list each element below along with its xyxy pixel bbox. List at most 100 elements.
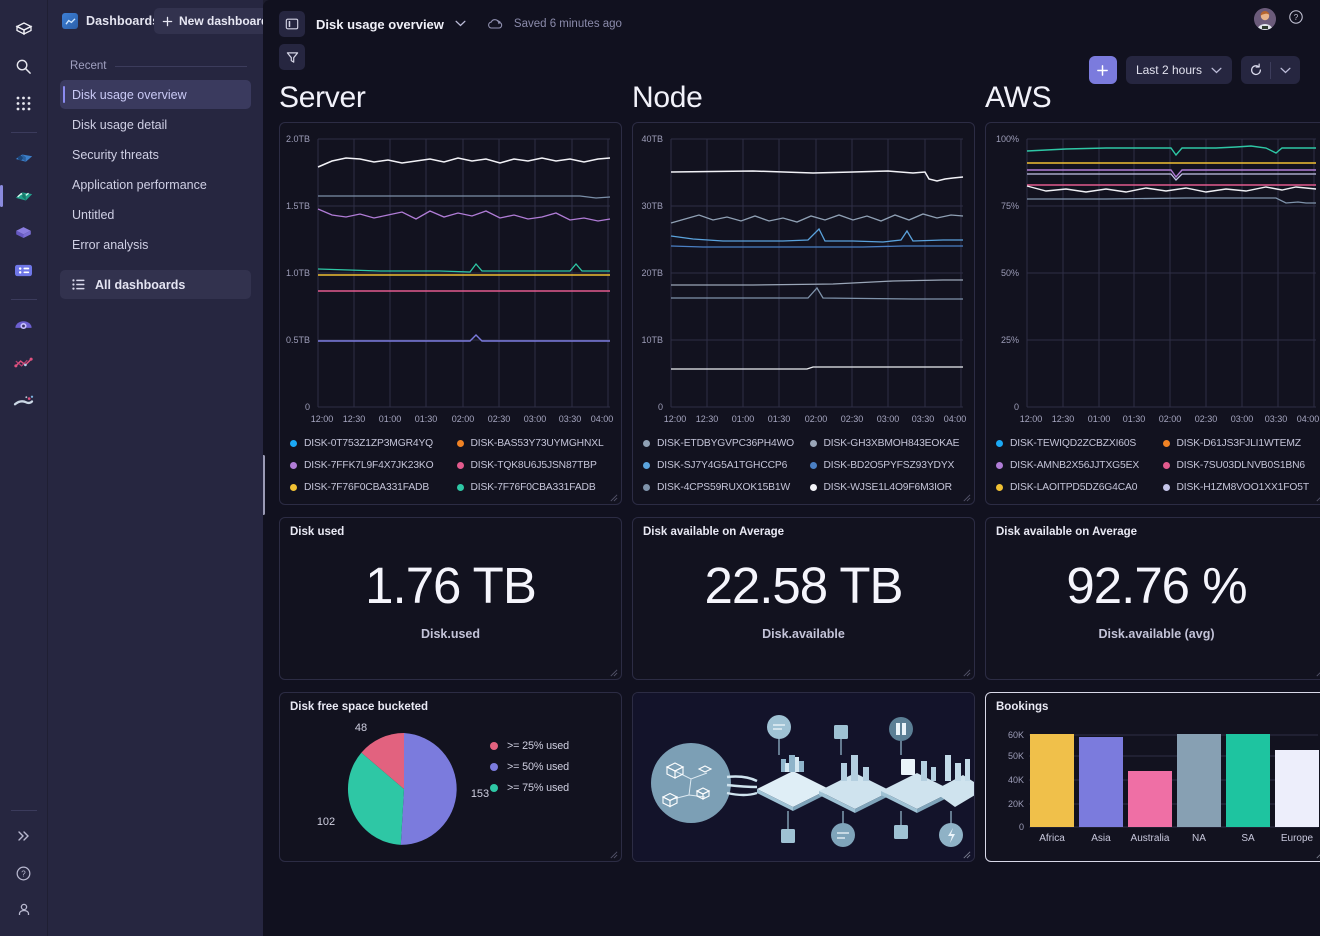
svg-text:25%: 25% bbox=[1001, 335, 1019, 345]
sidebar-item-untitled[interactable]: Untitled bbox=[60, 200, 251, 229]
panel-disk-available-tb[interactable]: Disk available on Average 22.58 TB Disk.… bbox=[632, 517, 975, 680]
svg-text:01:00: 01:00 bbox=[732, 414, 755, 423]
legend-item[interactable]: DISK-D61JS3FJLI1WTEMZ bbox=[1162, 433, 1318, 453]
panel-bookings[interactable]: Bookings 60K 50K 40K 20K 0 Africa Asia A… bbox=[985, 692, 1320, 862]
refresh-controls bbox=[1241, 56, 1300, 84]
resize-handle[interactable] bbox=[609, 493, 618, 502]
canvas-icon[interactable] bbox=[7, 216, 41, 250]
legend-item[interactable]: DISK-TQK8U6J5JSN87TBP bbox=[456, 455, 612, 475]
account-icon[interactable] bbox=[7, 893, 41, 927]
panel-node-timeseries[interactable]: 40TB 30TB 20TB 10TB 0 12:00 12:30 01:00 … bbox=[632, 122, 975, 505]
panel-disk-available-pct[interactable]: Disk available on Average 92.76 % Disk.a… bbox=[985, 517, 1320, 680]
dashboards-icon[interactable] bbox=[0, 179, 41, 213]
svg-text:12:00: 12:00 bbox=[311, 414, 334, 423]
legend-item[interactable]: DISK-SJ7Y4G5A1TGHCCP6 bbox=[643, 455, 798, 475]
filter-icon[interactable] bbox=[279, 44, 305, 70]
legend-swatch bbox=[1162, 439, 1170, 447]
refresh-icon[interactable] bbox=[1241, 56, 1270, 84]
legend-item[interactable]: DISK-BAS53Y73UYMGHNXL bbox=[456, 433, 612, 453]
legend-item[interactable]: DISK-GH3XBMOH843EOKAE bbox=[809, 433, 965, 453]
legend-item[interactable]: DISK-TEWIQD2ZCBZXI60S bbox=[996, 433, 1151, 453]
legend-item[interactable]: DISK-7F76F0CBA331FADB bbox=[290, 477, 445, 497]
bar-africa bbox=[1030, 734, 1074, 827]
chevron-down-icon[interactable] bbox=[455, 19, 466, 30]
svg-text:Asia: Asia bbox=[1091, 833, 1111, 844]
legend-item[interactable]: DISK-4CPS59RUXOK15B1W bbox=[643, 477, 798, 497]
panel-title: Disk free space bucketed bbox=[290, 701, 429, 713]
scrollbar-thumb[interactable] bbox=[263, 455, 265, 515]
legend-label: DISK-4CPS59RUXOK15B1W bbox=[657, 481, 791, 493]
legend-item[interactable]: DISK-0T753Z1ZP3MGR4YQ bbox=[290, 433, 445, 453]
legend-swatch bbox=[1162, 461, 1170, 469]
legend-item[interactable]: DISK-7FFK7L9F4X7JK23KO bbox=[290, 455, 445, 475]
bar-europe bbox=[1275, 750, 1319, 827]
app-grid-icon[interactable] bbox=[7, 86, 41, 120]
recent-section-header: Recent bbox=[60, 42, 251, 80]
sidebar-item-error-analysis[interactable]: Error analysis bbox=[60, 230, 251, 259]
svg-text:75%: 75% bbox=[1001, 201, 1019, 211]
legend-label: >= 75% used bbox=[507, 781, 569, 794]
legend-swatch bbox=[290, 461, 297, 469]
sidebar-item-disk-usage-detail[interactable]: Disk usage detail bbox=[60, 110, 251, 139]
legend-item[interactable]: >= 25% used bbox=[490, 735, 569, 756]
observability-icon[interactable] bbox=[7, 309, 41, 343]
resize-handle[interactable] bbox=[962, 493, 971, 502]
bar-sa bbox=[1226, 734, 1270, 827]
legend-item[interactable]: DISK-LAOITPD5DZ6G4CA0 bbox=[996, 477, 1151, 497]
legend-item[interactable]: >= 50% used bbox=[490, 756, 569, 777]
legend-item[interactable]: DISK-7SU03DLNVB0S1BN6 bbox=[1162, 455, 1318, 475]
cube-logo-icon[interactable] bbox=[7, 12, 41, 46]
legend-swatch bbox=[490, 741, 498, 750]
legend-item[interactable]: DISK-WJSE1L4O9F6M3IOR bbox=[809, 477, 965, 497]
legend-item[interactable]: DISK-ETDBYGVPC36PH4WO bbox=[643, 433, 798, 453]
server-legend: DISK-0T753Z1ZP3MGR4YQ DISK-BAS53Y73UYMGH… bbox=[280, 428, 621, 497]
apm-icon[interactable] bbox=[7, 346, 41, 380]
resize-handle[interactable] bbox=[1315, 850, 1320, 859]
panel-server-timeseries[interactable]: 2.0TB 1.5TB 1.0TB 0.5TB 0 12:00 12:30 01… bbox=[279, 122, 622, 505]
ml-icon[interactable] bbox=[7, 383, 41, 417]
resize-handle[interactable] bbox=[962, 668, 971, 677]
sidebar-item-label: Application performance bbox=[72, 177, 207, 192]
panel-network-illustration[interactable] bbox=[632, 692, 975, 862]
resize-handle[interactable] bbox=[609, 850, 618, 859]
expand-icon[interactable] bbox=[7, 819, 41, 853]
bookings-bar-chart: 60K 50K 40K 20K 0 Africa Asia Australia … bbox=[1008, 730, 1319, 844]
panel-disk-free-space[interactable]: Disk free space bucketed 48 153 102 >= 2… bbox=[279, 692, 622, 862]
panel-disk-used[interactable]: Disk used 1.76 TB Disk.used bbox=[279, 517, 622, 680]
panel-aws-timeseries[interactable]: 100% 75% 50% 25% 0 12:00 12:30 01:00 01:… bbox=[985, 122, 1320, 505]
resize-handle[interactable] bbox=[1315, 493, 1320, 502]
recent-divider bbox=[115, 65, 247, 67]
avatar[interactable] bbox=[1254, 8, 1276, 30]
timeseries-row: 2.0TB 1.5TB 1.0TB 0.5TB 0 12:00 12:30 01… bbox=[279, 122, 1320, 505]
refresh-options-icon[interactable] bbox=[1271, 56, 1300, 84]
sidebar-item-security-threats[interactable]: Security threats bbox=[60, 140, 251, 169]
new-dashboard-button[interactable]: New dashboard bbox=[154, 8, 280, 34]
legend-item[interactable]: >= 75% used bbox=[490, 777, 569, 798]
help-circle-icon[interactable]: ? bbox=[1288, 9, 1304, 30]
legend-item[interactable]: DISK-H1ZM8VOO1XX1FO5T bbox=[1162, 477, 1318, 497]
time-range-label: Last 2 hours bbox=[1135, 63, 1202, 77]
legend-item[interactable]: DISK-7F76F0CBA331FADB bbox=[456, 477, 612, 497]
legend-item[interactable]: DISK-AMNB2X56JJTXG5EX bbox=[996, 455, 1151, 475]
legend-label: DISK-BD2O5PYFSZ93YDYX bbox=[823, 459, 955, 471]
content-icon[interactable] bbox=[7, 253, 41, 287]
add-panel-button[interactable] bbox=[1088, 56, 1117, 84]
time-range-picker[interactable]: Last 2 hours bbox=[1125, 56, 1232, 84]
sidebar-item-application-performance[interactable]: Application performance bbox=[60, 170, 251, 199]
main-scrollbar[interactable] bbox=[263, 0, 265, 936]
resize-handle[interactable] bbox=[1315, 668, 1320, 677]
discover-icon[interactable] bbox=[7, 142, 41, 176]
legend-item[interactable]: DISK-BD2O5PYFSZ93YDYX bbox=[809, 455, 965, 475]
help-icon[interactable]: ? bbox=[7, 856, 41, 890]
search-icon[interactable] bbox=[7, 49, 41, 83]
sidebar-item-disk-usage-overview[interactable]: Disk usage overview bbox=[60, 80, 251, 109]
resize-handle[interactable] bbox=[609, 668, 618, 677]
sidebar-toggle-icon[interactable] bbox=[279, 11, 305, 37]
svg-text:02:30: 02:30 bbox=[841, 414, 864, 423]
legend-label: DISK-GH3XBMOH843EOKAE bbox=[823, 437, 960, 449]
resize-handle[interactable] bbox=[962, 850, 971, 859]
all-dashboards-button[interactable]: All dashboards bbox=[60, 270, 251, 299]
legend-label: DISK-WJSE1L4O9F6M3IOR bbox=[823, 481, 953, 493]
legend-label: DISK-0T753Z1ZP3MGR4YQ bbox=[304, 437, 434, 449]
legend-label: >= 50% used bbox=[507, 760, 569, 773]
